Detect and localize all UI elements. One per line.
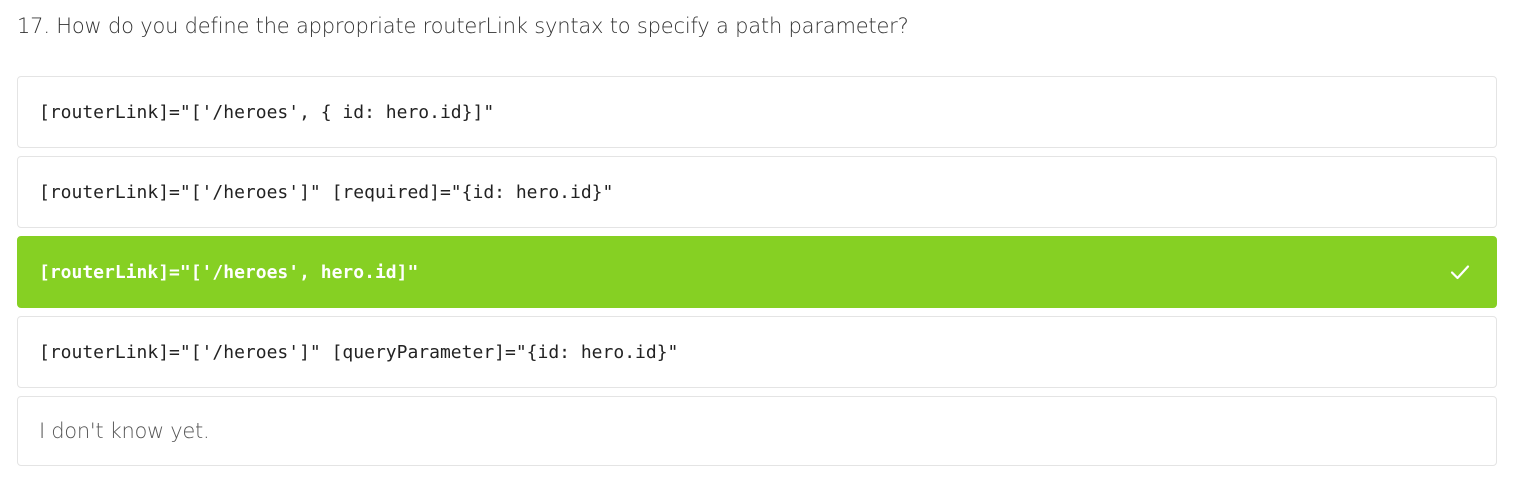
answer-options: [routerLink]="['/heroes', { id: hero.id}… (17, 76, 1497, 466)
question-text: 17. How do you define the appropriate ro… (17, 14, 909, 38)
answer-option-label: [routerLink]="['/heroes', hero.id]" (39, 261, 419, 283)
answer-option-label: [routerLink]="['/heroes']" [queryParamet… (39, 341, 679, 363)
answer-option-1[interactable]: [routerLink]="['/heroes', { id: hero.id}… (17, 76, 1497, 148)
answer-option-dont-know[interactable]: I don't know yet. (17, 396, 1497, 466)
answer-option-4[interactable]: [routerLink]="['/heroes']" [queryParamet… (17, 316, 1497, 388)
answer-option-label: [routerLink]="['/heroes', { id: hero.id}… (39, 101, 495, 123)
answer-option-label: I don't know yet. (39, 419, 210, 443)
answer-option-2[interactable]: [routerLink]="['/heroes']" [required]="{… (17, 156, 1497, 228)
answer-option-3-selected[interactable]: [routerLink]="['/heroes', hero.id]" (17, 236, 1497, 308)
checkmark-icon (1450, 265, 1470, 280)
answer-option-label: [routerLink]="['/heroes']" [required]="{… (39, 181, 614, 203)
